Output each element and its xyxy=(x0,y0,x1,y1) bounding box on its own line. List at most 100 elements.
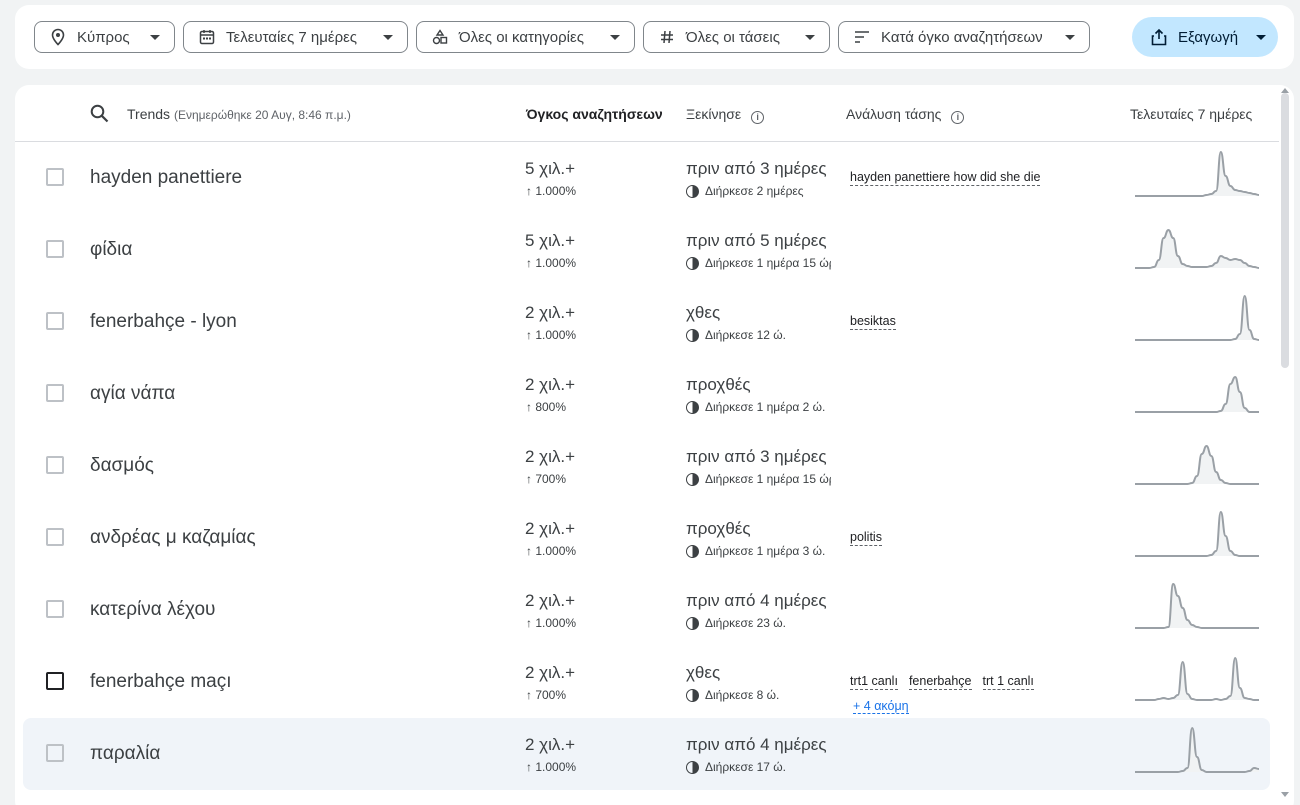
table-row[interactable]: κατερίνα λέχου 2 χιλ.+ ↑ 1.000% πριν από 4 … xyxy=(23,574,1270,646)
search-volume: 2 χιλ.+ xyxy=(525,663,576,682)
hashtag-icon xyxy=(658,28,676,46)
scrollbar-thumb[interactable] xyxy=(1281,93,1289,368)
duration-text: Διήρκεσε 2 ημέρες xyxy=(705,184,804,198)
trend-term[interactable]: αγία νάπα xyxy=(90,383,175,405)
sparkline-line xyxy=(1135,510,1259,557)
search-volume: 2 χιλ.+ xyxy=(525,591,576,610)
table-row[interactable]: hayden panettiere 5 χιλ.+ ↑ 1.000% πριν από… xyxy=(23,142,1270,214)
row-checkbox[interactable] xyxy=(46,240,64,258)
row-checkbox[interactable] xyxy=(46,600,64,618)
column-header-volume[interactable]: Όγκος αναζητήσεων xyxy=(526,106,663,122)
breakdown-chip[interactable]: trt1 canlı xyxy=(850,674,898,690)
trend-term[interactable]: fenerbahçe maçı xyxy=(90,671,232,693)
sparkline-area xyxy=(1135,230,1259,268)
started-time: προχθές xyxy=(686,375,751,394)
table-row[interactable]: φίδια 5 χιλ.+ ↑ 1.000% πριν από 5 ημέρες Διή… xyxy=(23,214,1270,286)
search-icon[interactable] xyxy=(90,104,109,128)
trends-label: Trends xyxy=(127,106,171,122)
table-row[interactable]: fenerbahçe maçı 2 χιλ.+ ↑ 700% χθες Διήρκεσε… xyxy=(23,646,1270,718)
trend-term[interactable]: παραλία xyxy=(90,743,160,765)
started-time: πριν από 4 ημέρες xyxy=(686,735,827,754)
timelapse-icon xyxy=(686,472,699,486)
sparkline-line xyxy=(1135,294,1259,341)
table-row[interactable]: δασμός 2 χιλ.+ ↑ 700% πριν από 3 ημέρες Διήρ… xyxy=(23,430,1270,502)
column-header-breakdown: Ανάλυση τάσης i xyxy=(846,106,965,124)
row-checkbox[interactable] xyxy=(46,672,64,690)
timelapse-icon xyxy=(686,256,699,270)
started-header-label: Ξεκίνησε xyxy=(686,106,742,122)
breakdown-chip[interactable]: trt 1 canlı xyxy=(982,674,1034,690)
search-volume: 5 χιλ.+ xyxy=(525,231,576,250)
trend-breakdown: hayden panettiere how did she die xyxy=(850,170,1041,186)
status-filter[interactable]: Όλες οι τάσεις xyxy=(643,21,830,53)
trend-term[interactable]: fenerbahçe - lyon xyxy=(90,311,237,333)
category-filter[interactable]: Όλες οι κατηγορίες xyxy=(416,21,635,53)
filter-bar: Κύπρος Τελευταίες 7 ημέρες Όλες οι κατηγ… xyxy=(15,5,1294,69)
trend-term[interactable]: κατερίνα λέχου xyxy=(90,599,215,621)
table-row[interactable]: ανδρέας μ καζαμίας 2 χιλ.+ ↑ 1.000% προχθές… xyxy=(23,502,1270,574)
export-button[interactable]: Εξαγωγή xyxy=(1132,17,1278,57)
row-checkbox[interactable] xyxy=(46,744,64,762)
table-row[interactable]: παραλία 2 χιλ.+ ↑ 1.000% πριν από 4 ημέρες Δ… xyxy=(23,718,1270,790)
breakdown-chip[interactable]: besiktas xyxy=(850,314,896,330)
trend-term[interactable]: φίδια xyxy=(90,239,132,261)
scroll-down-arrow[interactable] xyxy=(1281,792,1289,797)
duration-text: Διήρκεσε 23 ώ. xyxy=(705,616,787,630)
table-row[interactable]: αγία νάπα 2 χιλ.+ ↑ 800% προχθές Διήρκεσε 1 … xyxy=(23,358,1270,430)
sparkline-chart xyxy=(1135,656,1259,702)
timelapse-icon xyxy=(686,760,699,774)
time-filter[interactable]: Τελευταίες 7 ημέρες xyxy=(183,21,408,53)
trend-term[interactable]: ανδρέας μ καζαμίας xyxy=(90,527,256,549)
table-row[interactable]: fenerbahçe - lyon 2 χιλ.+ ↑ 1.000% χθες Διήρ… xyxy=(23,286,1270,358)
sort-filter[interactable]: Κατά όγκο αναζητήσεων xyxy=(838,21,1090,53)
category-filter-label: Όλες οι κατηγορίες xyxy=(459,28,584,46)
volume-change: ↑ 1.000% xyxy=(526,616,577,630)
started-time: χθες xyxy=(686,303,721,322)
breakdown-chip[interactable]: hayden panettiere how did she die xyxy=(850,170,1041,186)
row-checkbox[interactable] xyxy=(46,384,64,402)
volume-change: ↑ 1.000% xyxy=(526,760,577,774)
duration-text: Διήρκεσε 8 ώ. xyxy=(705,688,780,702)
search-volume: 5 χιλ.+ xyxy=(525,159,576,178)
location-filter[interactable]: Κύπρος xyxy=(34,21,175,53)
duration: Διήρκεσε 8 ώ. xyxy=(686,688,831,702)
trend-term[interactable]: hayden panettiere xyxy=(90,167,242,189)
sort-icon xyxy=(853,28,871,46)
search-volume: 2 χιλ.+ xyxy=(525,519,576,538)
sparkline-area xyxy=(1135,728,1259,772)
started-time: πριν από 3 ημέρες xyxy=(686,159,827,178)
sparkline-chart xyxy=(1135,582,1259,629)
volume-change: ↑ 1.000% xyxy=(526,256,577,270)
info-icon[interactable]: i xyxy=(751,111,765,124)
row-checkbox[interactable] xyxy=(46,456,64,474)
timelapse-icon xyxy=(686,184,699,198)
search-volume: 2 χιλ.+ xyxy=(525,303,576,322)
timelapse-icon xyxy=(686,544,699,558)
volume-change: ↑ 700% xyxy=(526,688,567,702)
trend-term[interactable]: δασμός xyxy=(90,455,154,477)
duration: Διήρκεσε 2 ημέρες xyxy=(686,184,831,198)
share-icon xyxy=(1150,28,1168,46)
duration-text: Διήρκεσε 12 ώ. xyxy=(705,328,787,342)
info-icon[interactable]: i xyxy=(951,111,965,124)
sparkline-area xyxy=(1135,512,1259,556)
column-header-last7days: Τελευταίες 7 ημέρες xyxy=(1130,106,1253,122)
breakdown-chip[interactable]: fenerbahçe xyxy=(908,674,972,690)
trends-search-label[interactable]: Trends (Ενημερώθηκε 20 Αυγ, 8:46 π.μ.) xyxy=(127,106,351,122)
column-header-started: Ξεκίνησε i xyxy=(686,106,765,124)
timelapse-icon xyxy=(686,688,699,702)
row-checkbox[interactable] xyxy=(46,312,64,330)
sparkline-area xyxy=(1135,152,1259,196)
calendar-icon xyxy=(198,28,216,46)
trends-table: Trends (Ενημερώθηκε 20 Αυγ, 8:46 π.μ.) Ό… xyxy=(15,85,1294,805)
volume-change: ↑ 1.000% xyxy=(526,544,577,558)
row-checkbox[interactable] xyxy=(46,528,64,546)
sparkline-chart xyxy=(1135,444,1259,485)
sort-filter-label: Κατά όγκο αναζητήσεων xyxy=(881,28,1043,46)
timelapse-icon xyxy=(686,400,699,414)
trend-breakdown: politis xyxy=(850,530,882,546)
started-time: προχθές xyxy=(686,519,751,538)
row-checkbox[interactable] xyxy=(46,168,64,186)
breakdown-chip[interactable]: politis xyxy=(850,530,882,546)
more-breakdown-link[interactable]: + 4 ακόμη xyxy=(853,699,909,714)
